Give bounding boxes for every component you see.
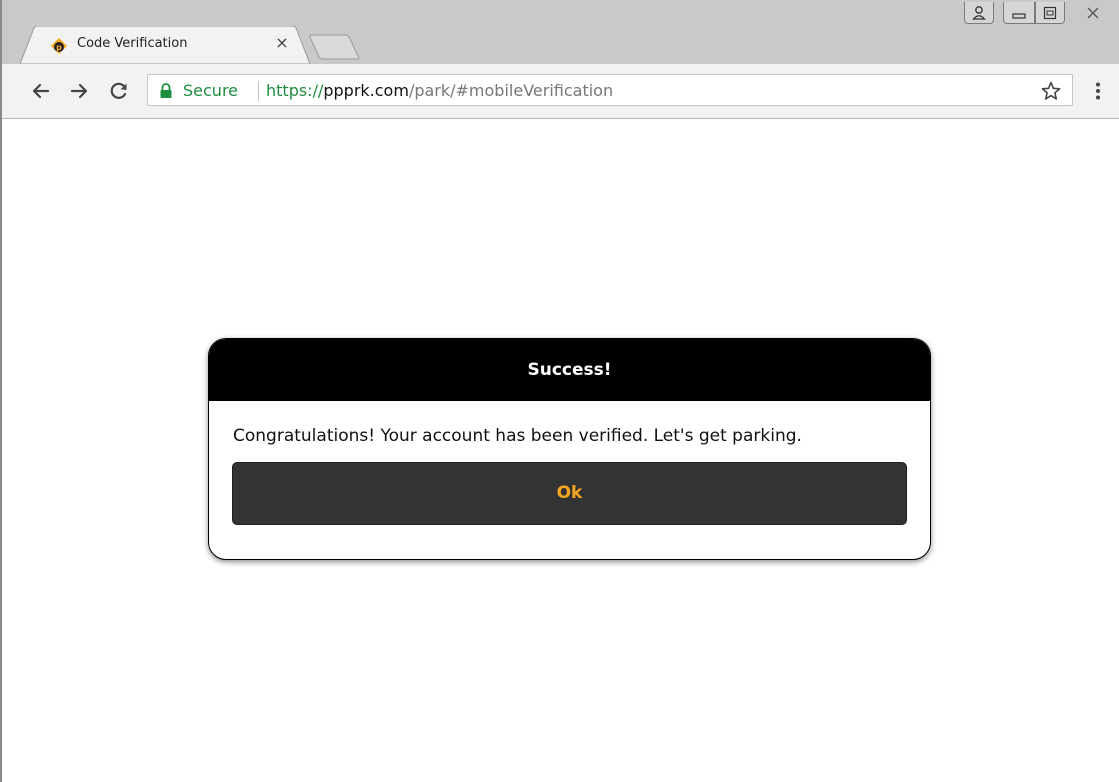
url-path: /park/#mobileVerification xyxy=(408,81,614,100)
page-viewport: Success! Congratulations! Your account h… xyxy=(2,119,1119,782)
profile-icon[interactable] xyxy=(964,2,994,24)
tab-code-verification[interactable]: p Code Verification × xyxy=(20,26,310,64)
tab-title: Code Verification xyxy=(77,36,188,51)
star-icon[interactable] xyxy=(1040,80,1062,102)
kebab-menu-icon[interactable] xyxy=(1088,78,1108,104)
address-bar[interactable]: Secure https://ppprk.com/park/#mobileVer… xyxy=(147,74,1073,106)
omnibox-divider xyxy=(258,81,259,101)
forward-arrow-icon[interactable] xyxy=(66,78,92,104)
success-dialog: Success! Congratulations! Your account h… xyxy=(208,338,931,560)
browser-toolbar: Secure https://ppprk.com/park/#mobileVer… xyxy=(2,64,1119,119)
url-text[interactable]: https://ppprk.com/park/#mobileVerificati… xyxy=(266,81,613,100)
close-icon[interactable] xyxy=(1069,2,1117,24)
maximize-icon[interactable] xyxy=(1035,2,1065,24)
lock-icon xyxy=(159,83,173,99)
dialog-message: Congratulations! Your account has been v… xyxy=(233,426,802,446)
svg-text:p: p xyxy=(56,43,62,52)
tab-strip: p Code Verification × xyxy=(2,0,1119,64)
new-tab-button[interactable] xyxy=(307,34,361,60)
ok-button[interactable]: Ok xyxy=(232,462,907,525)
minimize-icon[interactable] xyxy=(1003,2,1035,24)
browser-window: p Code Verification × Secure https://ppp… xyxy=(0,0,1119,782)
dialog-title: Success! xyxy=(209,339,930,401)
tab-close-icon[interactable]: × xyxy=(273,34,291,52)
ppprk-logo-icon: p xyxy=(50,37,68,55)
url-host: ppprk.com xyxy=(323,81,409,100)
reload-icon[interactable] xyxy=(106,78,132,104)
back-arrow-icon[interactable] xyxy=(28,78,54,104)
url-scheme: https:// xyxy=(266,81,324,100)
security-label: Secure xyxy=(183,81,239,100)
